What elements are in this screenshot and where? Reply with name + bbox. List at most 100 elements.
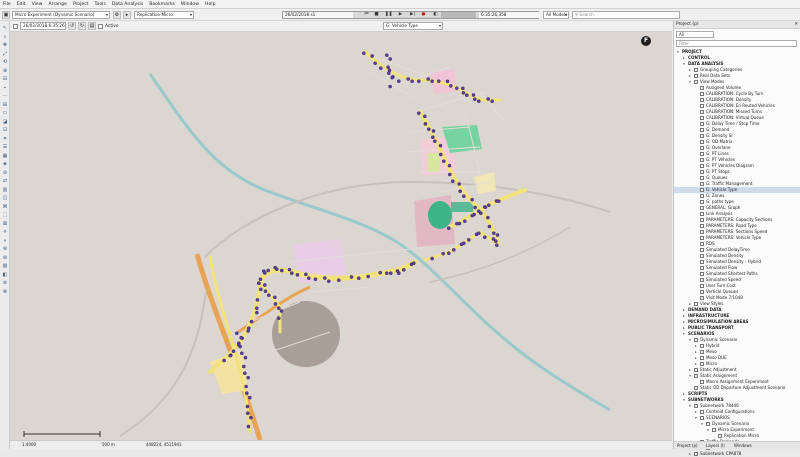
record-icon[interactable]: ● — [420, 12, 427, 18]
tool-icon[interactable]: ⊛ — [1, 246, 9, 253]
tool-icon[interactable]: ⌁ — [1, 85, 9, 92]
vehicle-marker — [461, 194, 466, 198]
close-icon[interactable]: ✕ — [794, 21, 798, 29]
menu-item-bookmarks[interactable]: Bookmarks — [149, 2, 175, 7]
menu-item-edit[interactable]: Edit — [17, 2, 26, 7]
play-icon[interactable]: ▶ — [397, 12, 404, 18]
tree-node-icon — [700, 140, 704, 144]
tool-icon[interactable]: ↖ — [1, 25, 9, 32]
simulation-time-field[interactable]: 6:35:26,358 — [479, 12, 539, 18]
tree-node-icon — [694, 338, 698, 342]
expand-arrow-icon[interactable]: ▸ — [689, 451, 693, 457]
tool-icon[interactable]: ⤢ — [1, 51, 9, 58]
tool-icon[interactable]: ☰ — [1, 144, 9, 151]
vehicle-marker — [494, 243, 499, 247]
speed-slider[interactable] — [441, 12, 476, 18]
tool-icon[interactable]: ⬚ — [1, 212, 9, 219]
tool-icon[interactable]: ⌗ — [1, 136, 9, 143]
tool-icon[interactable]: ▥ — [1, 187, 9, 194]
project-filter-combo[interactable]: All — [676, 31, 714, 38]
rewind-icon[interactable]: ⏮ — [363, 12, 370, 18]
menu-item-help[interactable]: Help — [205, 2, 215, 7]
chevron-down-icon: ▾ — [189, 12, 192, 17]
menu-item-arrange[interactable]: Arrange — [49, 2, 67, 7]
tab-layers[interactable]: Layers (l) — [706, 443, 725, 449]
pause-icon[interactable]: ❚❚ — [385, 12, 393, 18]
menu-item-file[interactable]: File — [3, 2, 11, 7]
menu-item-view[interactable]: View — [32, 2, 43, 7]
tree-node-icon — [700, 230, 704, 234]
vehicle-marker — [490, 99, 494, 103]
tool-icon[interactable]: ✥ — [1, 42, 9, 49]
vehicle-marker — [386, 71, 391, 76]
tool-icon[interactable]: ⟡ — [1, 229, 9, 236]
map-view[interactable]: F — [10, 32, 672, 440]
vehicle-marker — [457, 182, 461, 186]
simulation-date-field[interactable]: 26/02/2018 s1 — [283, 12, 353, 18]
tool-icon[interactable]: ⊕ — [1, 68, 9, 75]
tool-icon[interactable]: ◧ — [1, 272, 9, 279]
tree-item[interactable]: ▸ Subnetwork CPA878 — [674, 451, 800, 457]
tree-node-icon — [700, 98, 704, 102]
vehicle-markers — [222, 51, 501, 429]
tool-icon[interactable]: ⊞ — [1, 102, 9, 109]
sync-checkbox[interactable] — [13, 24, 18, 29]
vehicle-marker — [487, 224, 492, 229]
tool-icon[interactable]: ⊠ — [1, 221, 9, 228]
tree-node-icon — [700, 176, 704, 180]
tool-icon[interactable]: ▧ — [1, 263, 9, 270]
tool-icon[interactable]: ▭ — [1, 110, 9, 117]
tree-node-icon — [700, 128, 704, 132]
menu-item-project[interactable]: Project — [73, 2, 89, 7]
tool-icon[interactable]: ⇄ — [1, 178, 9, 185]
panel-title: Project (p) — [676, 22, 699, 27]
tool-icon[interactable]: ⊟ — [1, 76, 9, 83]
view-date-field[interactable]: 26/02/2018 6:35:26 — [20, 22, 66, 30]
network-map[interactable] — [10, 32, 672, 440]
tool-icon[interactable]: ▦ — [1, 153, 9, 160]
history-icon[interactable]: ↺ — [68, 22, 76, 30]
run-icon[interactable]: ▸ — [123, 11, 131, 19]
tree-node-icon — [694, 302, 698, 306]
step-icon[interactable]: ▶| — [409, 12, 416, 18]
view-mode-combo[interactable]: G: Vehicle Type ▾ — [383, 22, 443, 30]
lock-icon[interactable]: ▤ — [88, 22, 96, 30]
tool-icon[interactable]: ⊚ — [1, 280, 9, 287]
tab-windows[interactable]: Windows — [734, 443, 752, 449]
simulation-timebar: 26/02/2018 s1 ⏮ ■ ❚❚ ▶ ▶| ● ◧ 6:35:26,35… — [282, 11, 539, 19]
models-combo[interactable]: All Models ▾ — [543, 11, 569, 19]
tool-icon[interactable]: ◪ — [1, 119, 9, 126]
stop-icon[interactable]: ■ — [373, 12, 380, 18]
replication-combo[interactable]: Replication Micro ▾ — [134, 11, 194, 19]
tool-icon[interactable]: ⌘ — [1, 204, 9, 211]
search-input[interactable]: ⚲ Search — [572, 11, 680, 19]
tool-icon[interactable]: ⊗ — [1, 289, 9, 296]
tool-icon[interactable]: ◫ — [1, 195, 9, 202]
tool-icon[interactable]: ◈ — [1, 161, 9, 168]
tool-icon[interactable]: ⋄ — [1, 238, 9, 245]
tool-icon[interactable]: ⊡ — [1, 127, 9, 134]
experiment-combo[interactable]: Micro Experiment (Dynamic Scenario) ▾ — [12, 11, 110, 19]
tab-project[interactable]: Project (p) — [677, 443, 698, 449]
vehicle-marker — [416, 111, 421, 115]
tree-node-icon — [694, 368, 698, 372]
tool-icon[interactable]: ⌕ — [1, 34, 9, 41]
forward-icon[interactable]: ↻ — [78, 22, 86, 30]
vehicle-marker — [461, 86, 465, 91]
tool-icon[interactable]: ⟲ — [1, 59, 9, 66]
tree-node-icon — [694, 374, 698, 378]
menu-item-tools[interactable]: Tools — [95, 2, 106, 7]
tool-palette: ↖ ⌕ ✥ ⤢ ⟲ ⊕ ⊟ ⌁ ⋯ ⊞ ▭ ◪ ⊡ ⌗ ☰ ▦ ◈ ⊘ ⇄ ▥ ◫ ⌘ ⬚ ⊠ ⟡ ⋄ ⊛ ⊜ ▧ ◧ ⊚ ⊗ — [0, 21, 10, 449]
tool-icon[interactable]: ⊜ — [1, 255, 9, 262]
tree-node-icon — [700, 194, 704, 198]
active-checkbox[interactable] — [98, 24, 103, 29]
settings-icon[interactable]: ⚙ — [113, 11, 121, 19]
project-search-input[interactable]: Filter — [676, 40, 797, 47]
main-toolbar: ▣ Micro Experiment (Dynamic Scenario) ▾ … — [0, 9, 800, 21]
tool-icon[interactable]: ⊘ — [1, 170, 9, 177]
camera-icon[interactable]: ◧ — [432, 12, 439, 18]
menu-item-window[interactable]: Window — [181, 2, 199, 7]
menu-item-data-analysis[interactable]: Data Analysis — [112, 2, 143, 7]
tree-node-icon — [700, 152, 704, 156]
tool-icon[interactable]: ⋯ — [1, 93, 9, 100]
